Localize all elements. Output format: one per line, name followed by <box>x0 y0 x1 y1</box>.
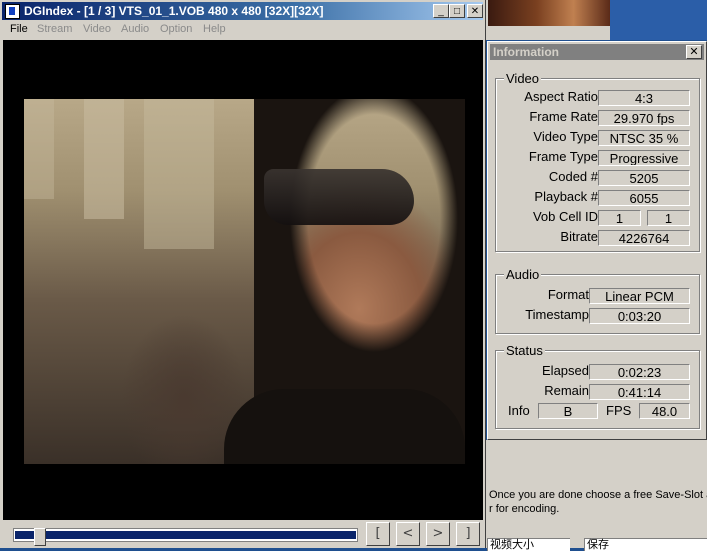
status-group-label: Status <box>504 343 545 358</box>
save-field[interactable]: 保存 <box>584 538 707 551</box>
frame-rate-label: Frame Rate <box>529 109 598 124</box>
video-group-label: Video <box>504 71 542 86</box>
video-group: Video Aspect Ratio 4:3 Frame Rate 29.970… <box>495 71 700 252</box>
minimize-button[interactable]: _ <box>433 4 449 18</box>
fps-label: FPS <box>606 403 632 418</box>
audio-group: Audio Format Linear PCM Timestamp 0:03:2… <box>495 267 700 334</box>
background-image <box>488 0 610 26</box>
coded-value: 5205 <box>598 170 690 186</box>
remain-label: Remain <box>544 383 589 398</box>
audio-group-label: Audio <box>504 267 542 282</box>
coded-label: Coded # <box>548 169 598 184</box>
background-message: Once you are done choose a free Save-Slo… <box>489 488 707 516</box>
aspect-ratio-value: 4:3 <box>598 90 690 106</box>
status-group: Status Elapsed 0:02:23 Remain 0:41:14 In… <box>495 343 700 429</box>
window-title: DGIndex - [1 / 3] VTS_01_1.VOB 480 x 480… <box>24 4 324 18</box>
step-back-button[interactable]: < <box>396 522 420 546</box>
video-size-field[interactable]: 视频大小 <box>487 538 570 551</box>
frame-rate-value: 29.970 fps <box>598 110 690 126</box>
menu-option[interactable]: Option <box>160 23 192 35</box>
info-label: Info <box>508 403 530 418</box>
bitrate-label: Bitrate <box>560 229 598 244</box>
format-label: Format <box>547 287 589 302</box>
info-value: B <box>538 403 598 419</box>
video-type-value: NTSC 35 % <box>598 130 690 146</box>
bitrate-value: 4226764 <box>598 230 690 246</box>
mark-start-button[interactable]: [ <box>366 522 390 546</box>
elapsed-label: Elapsed <box>542 363 589 378</box>
vob-id-value: 1 <box>598 210 641 226</box>
seek-controls: [ < > ] <box>3 522 483 548</box>
elapsed-value: 0:02:23 <box>589 364 690 380</box>
menu-stream[interactable]: Stream <box>37 23 72 35</box>
title-bar[interactable]: DGIndex - [1 / 3] VTS_01_1.VOB 480 x 480… <box>2 2 483 20</box>
background-message-line1: Once you are done choose a free Save-Slo… <box>489 489 707 501</box>
playback-value: 6055 <box>598 190 690 206</box>
vob-cell-id-label: Vob Cell ID <box>532 209 598 224</box>
menu-bar: File Stream Video Audio Option Help <box>2 21 483 39</box>
desktop-background <box>610 0 707 40</box>
video-frame-image <box>24 99 465 464</box>
format-value: Linear PCM <box>589 288 690 304</box>
info-title: Information <box>493 45 559 59</box>
seek-thumb[interactable] <box>34 528 46 546</box>
info-close-button[interactable]: ✕ <box>686 45 702 59</box>
frame-type-label: Frame Type <box>528 149 598 164</box>
aspect-ratio-label: Aspect Ratio <box>524 89 598 104</box>
background-message-line2: r for encoding. <box>489 503 560 515</box>
menu-file[interactable]: File <box>10 23 28 35</box>
dgindex-window: DGIndex - [1 / 3] VTS_01_1.VOB 480 x 480… <box>0 0 486 548</box>
cell-id-value: 1 <box>647 210 690 226</box>
remain-value: 0:41:14 <box>589 384 690 400</box>
menu-video[interactable]: Video <box>83 23 111 35</box>
seek-bar-fill <box>15 531 356 539</box>
close-button[interactable]: ✕ <box>467 4 483 18</box>
video-type-label: Video Type <box>533 129 598 144</box>
menu-audio[interactable]: Audio <box>121 23 149 35</box>
mark-end-button[interactable]: ] <box>456 522 480 546</box>
frame-type-value: Progressive <box>598 150 690 166</box>
step-forward-button[interactable]: > <box>426 522 450 546</box>
app-icon[interactable] <box>5 4 20 19</box>
maximize-button[interactable]: □ <box>449 4 465 18</box>
playback-label: Playback # <box>534 189 598 204</box>
fps-value: 48.0 <box>639 403 690 419</box>
seek-bar[interactable] <box>13 528 358 546</box>
info-title-bar[interactable]: Information ✕ <box>490 44 704 60</box>
information-window: Information ✕ Video Aspect Ratio 4:3 Fra… <box>487 41 707 440</box>
timestamp-label: Timestamp <box>525 307 589 322</box>
timestamp-value: 0:03:20 <box>589 308 690 324</box>
menu-help[interactable]: Help <box>203 23 226 35</box>
